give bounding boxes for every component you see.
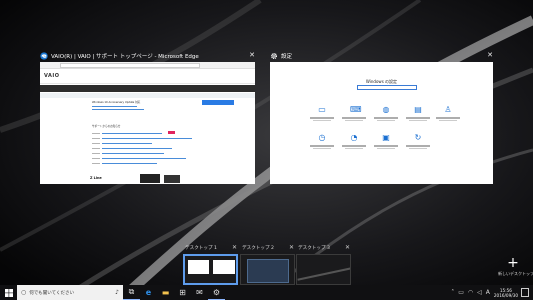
settings-taskbar-button[interactable]: ⚙: [208, 285, 225, 300]
windows-logo-icon: [4, 288, 13, 297]
vaio-site-header: [40, 70, 255, 84]
start-button[interactable]: [0, 285, 17, 300]
desktop-2-thumbnail: [240, 254, 295, 285]
laptop-icon: ▭: [318, 105, 326, 114]
mail-icon: ✉: [196, 288, 203, 297]
settings-window[interactable]: 設定 ✕ Windows の設定 ▭ ⌨ ◍ ▤ ♙ ◷ ◔ ▣ ↻: [270, 50, 493, 184]
settings-window-preview: Windows の設定 ▭ ⌨ ◍ ▤ ♙ ◷ ◔ ▣ ↻: [270, 62, 493, 184]
clock-icon: ◷: [318, 133, 326, 142]
desktop-3-thumbnail: [296, 254, 351, 285]
edge-window[interactable]: VAIO(R) | VAIO | サポート トップページ - Microsoft…: [40, 50, 255, 184]
settings-update-security: ↻: [406, 134, 430, 149]
battery-icon[interactable]: ▭: [458, 289, 464, 296]
vaio-logo: VAIO: [44, 73, 60, 79]
desktop-1[interactable]: デスクトップ 1 ✕: [183, 244, 238, 285]
plus-icon: +: [507, 255, 519, 271]
edge-taskbar-button[interactable]: e: [140, 285, 157, 300]
settings-privacy: ▣: [374, 134, 398, 149]
vaio-site-strip: [40, 93, 255, 98]
vaio-site-nav: [40, 85, 255, 92]
system-tray: ˄ ▭ ◠ ◁ A 15:56 2016/09/30: [451, 285, 533, 300]
settings-devices: ⌨: [342, 106, 366, 121]
mail-button[interactable]: ✉: [191, 285, 208, 300]
brush-icon: ▤: [414, 105, 422, 114]
desktop-2-close-button[interactable]: ✕: [289, 244, 294, 251]
settings-search-box: [357, 85, 417, 90]
edge-window-close-button[interactable]: ✕: [249, 50, 255, 61]
taskbar-search-placeholder: 何でも聞いてください: [29, 290, 74, 296]
action-center-icon[interactable]: [521, 288, 529, 297]
edge-icon: e: [145, 288, 152, 297]
task-view-icon: ⧉: [128, 287, 135, 296]
task-view-button[interactable]: ⧉: [123, 285, 140, 300]
gear-icon: [270, 52, 278, 59]
edge-icon: [40, 51, 48, 60]
product-brand: Z Line: [90, 176, 102, 180]
settings-time-language: ◷: [310, 134, 334, 149]
file-explorer-button[interactable]: ▬: [157, 285, 174, 300]
network-icon[interactable]: ◠: [468, 289, 473, 296]
desktop-1-close-button[interactable]: ✕: [232, 244, 237, 251]
taskbar-search-box[interactable]: ○ 何でも聞いてください ♪: [17, 285, 123, 300]
page-heading: Windows 10 Anniversary Update 対応: [92, 101, 141, 104]
desktop-1-thumbnail: [183, 254, 238, 285]
keyboard-icon: ⌨: [350, 105, 362, 114]
edge-window-title: VAIO(R) | VAIO | サポート トップページ - Microsoft…: [51, 53, 199, 60]
desktop-2-label: デスクトップ 2: [242, 246, 274, 251]
refresh-icon: ↻: [414, 133, 422, 142]
accessibility-icon: ◔: [350, 133, 358, 142]
settings-personalization: ▤: [406, 106, 430, 121]
settings-window-titlebar[interactable]: 設定: [270, 50, 493, 61]
edge-window-titlebar[interactable]: VAIO(R) | VAIO | サポート トップページ - Microsoft…: [40, 50, 255, 61]
settings-window-close-button[interactable]: ✕: [487, 50, 493, 61]
ime-icon[interactable]: A: [486, 289, 490, 296]
desktop-3[interactable]: デスクトップ 3 ✕: [296, 244, 351, 285]
folder-icon: ▬: [161, 288, 170, 297]
settings-network: ◍: [374, 106, 398, 121]
edge-address-bar: [60, 63, 200, 68]
globe-icon: ◍: [382, 105, 390, 114]
news-section-title: サポートからのお知らせ: [92, 125, 121, 128]
settings-accounts: ♙: [436, 106, 460, 121]
desktop-2[interactable]: デスクトップ 2 ✕: [240, 244, 295, 285]
new-desktop-label: 新しいデスクトップ: [498, 271, 533, 276]
store-button[interactable]: ⊞: [174, 285, 191, 300]
volume-icon[interactable]: ◁: [477, 289, 482, 296]
microphone-icon[interactable]: ♪: [115, 289, 119, 296]
person-icon: ♙: [444, 105, 452, 114]
edge-window-preview: VAIO Windows 10 Anniversary Update 対応 サポ…: [40, 62, 255, 184]
settings-window-title: 設定: [281, 53, 293, 60]
new-desktop-button[interactable]: + 新しいデスクトップ: [498, 255, 533, 277]
taskbar: ○ 何でも聞いてください ♪ ⧉ e ▬ ⊞ ✉ ⚙ ˄ ▭ ◠ ◁ A 15:…: [0, 285, 533, 300]
chevron-up-icon[interactable]: ˄: [451, 289, 454, 296]
store-icon: ⊞: [179, 288, 186, 297]
search-icon: ○: [21, 289, 27, 296]
gear-icon: ⚙: [212, 287, 221, 297]
desktop-1-label: デスクトップ 1: [185, 246, 217, 251]
clock-date: 2016/09/30: [493, 292, 518, 298]
clock[interactable]: 15:56 2016/09/30: [494, 288, 518, 298]
desktop-3-label: デスクトップ 3: [298, 246, 330, 251]
settings-ease-of-access: ◔: [342, 134, 366, 149]
desktop-3-close-button[interactable]: ✕: [345, 244, 350, 251]
settings-system: ▭: [310, 106, 334, 121]
lock-icon: ▣: [382, 133, 390, 142]
